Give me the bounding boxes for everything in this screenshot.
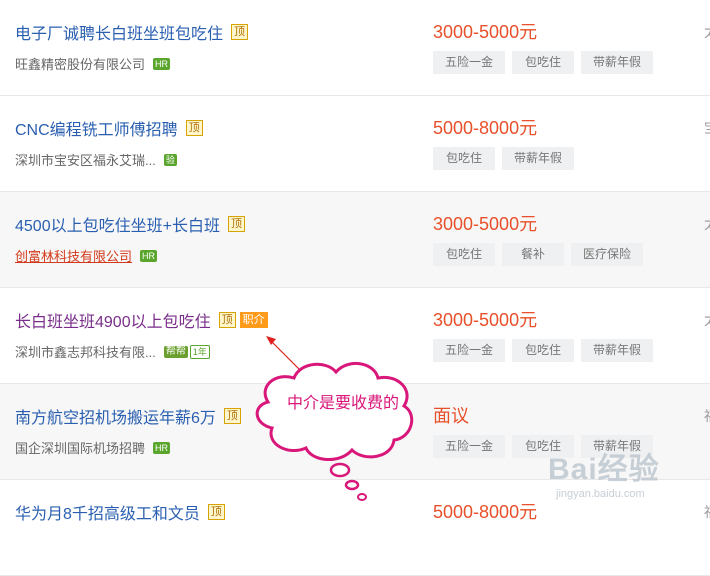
benefit-tag: 带薪年假 [581, 51, 654, 74]
job-row[interactable]: 4500以上包吃住坐班+长白班 顶 创富林科技有限公司 HR 3000-5000… [0, 192, 710, 288]
benefit-tags: 包吃住 带薪年假 [433, 147, 581, 170]
location-text-clipped: 福 [704, 502, 710, 522]
hr-badge: HR [153, 57, 171, 70]
benefit-tag: 餐补 [502, 243, 564, 266]
salary-range: 5000-8000元 [433, 118, 538, 138]
top-badge: 顶 [185, 120, 203, 136]
top-badge: 顶 [231, 24, 249, 40]
salary-range: 3000-5000元 [433, 214, 538, 234]
company-link[interactable]: 深圳市鑫志邦科技有限... [15, 342, 156, 361]
benefit-tag: 医疗保险 [571, 243, 644, 266]
salary-range: 3000-5000元 [433, 22, 538, 42]
job-row[interactable]: 南方航空招机场搬运年薪6万 顶 国企深圳国际机场招聘 HR 面议 五险一金 包吃… [0, 384, 710, 480]
job-row[interactable]: 华为月8千招高级工和文员 顶 5000-8000元 福 [0, 480, 710, 576]
company-link[interactable]: 国企深圳国际机场招聘 [15, 438, 145, 457]
company-link[interactable]: 旺鑫精密股份有限公司 [15, 54, 145, 73]
benefit-tag: 带薪年假 [581, 435, 654, 458]
location-text-clipped: 福 [704, 406, 710, 426]
company-link[interactable]: 深圳市宝安区福永艾瑞... [15, 150, 156, 169]
company-line: 国企深圳国际机场招聘 HR [15, 438, 171, 457]
salary-range: 面议 [433, 406, 469, 426]
company-line: 创富林科技有限公司 HR [15, 246, 158, 265]
location-text-clipped: 太 [704, 22, 710, 42]
benefit-tag: 包吃住 [512, 339, 575, 362]
verified-badge: 验 [163, 153, 177, 166]
job-title-link[interactable]: 电子厂诚聘长白班坐班包吃住 [15, 20, 223, 44]
job-row[interactable]: CNC编程铣工师傅招聘 顶 深圳市宝安区福永艾瑞... 验 5000-8000元… [0, 96, 710, 192]
company-line: 旺鑫精密股份有限公司 HR [15, 54, 171, 73]
job-title-link[interactable]: 4500以上包吃住坐班+长白班 [15, 212, 220, 236]
hr-badge: HR [140, 249, 158, 262]
location-text-clipped: 太 [704, 310, 710, 330]
benefit-tags: 五险一金 包吃住 带薪年假 [433, 435, 660, 458]
years-badge: 1年 [189, 344, 210, 359]
benefit-tag: 包吃住 [433, 243, 495, 266]
job-row[interactable]: 电子厂诚聘长白班坐班包吃住 顶 旺鑫精密股份有限公司 HR 3000-5000元… [0, 0, 710, 96]
location-text-clipped: 宝 [704, 118, 710, 138]
company-line: 深圳市宝安区福永艾瑞... 验 [15, 150, 177, 169]
benefit-tag: 五险一金 [433, 51, 506, 74]
job-title-line: 南方航空招机场搬运年薪6万 顶 [15, 404, 241, 428]
top-badge: 顶 [223, 408, 241, 424]
job-title-link[interactable]: CNC编程铣工师傅招聘 [15, 116, 178, 140]
job-title-link[interactable]: 长白班坐班4900以上包吃住 [15, 308, 211, 332]
job-list: 电子厂诚聘长白班坐班包吃住 顶 旺鑫精密股份有限公司 HR 3000-5000元… [0, 0, 710, 576]
benefit-tags: 五险一金 包吃住 带薪年假 [433, 339, 660, 362]
job-title-line: 4500以上包吃住坐班+长白班 顶 [15, 212, 245, 236]
salary-range: 3000-5000元 [433, 310, 538, 330]
agency-badge: 职介 [239, 312, 268, 328]
job-title-link[interactable]: 华为月8千招高级工和文员 [15, 500, 200, 524]
top-badge: 顶 [207, 504, 225, 520]
job-row[interactable]: 长白班坐班4900以上包吃住 顶 职介 深圳市鑫志邦科技有限... 帮帮 1年 … [0, 288, 710, 384]
benefit-tag: 五险一金 [433, 435, 506, 458]
benefit-tag: 带薪年假 [581, 339, 654, 362]
benefit-tag: 包吃住 [512, 435, 575, 458]
job-title-link[interactable]: 南方航空招机场搬运年薪6万 [15, 404, 216, 428]
benefit-tag: 带薪年假 [502, 147, 575, 170]
bangbang-badge: 帮帮 [163, 345, 188, 358]
hr-badge: HR [153, 441, 171, 454]
salary-range: 5000-8000元 [433, 502, 538, 522]
job-title-line: 长白班坐班4900以上包吃住 顶 职介 [15, 308, 268, 332]
benefit-tag: 包吃住 [512, 51, 575, 74]
company-link[interactable]: 创富林科技有限公司 [15, 246, 132, 265]
benefit-tags: 五险一金 包吃住 带薪年假 [433, 51, 660, 74]
job-title-line: CNC编程铣工师傅招聘 顶 [15, 116, 203, 140]
company-line: 深圳市鑫志邦科技有限... 帮帮 1年 [15, 342, 210, 361]
location-text-clipped: 太 [704, 214, 710, 234]
top-badge: 顶 [227, 216, 245, 232]
job-title-line: 华为月8千招高级工和文员 顶 [15, 500, 225, 524]
job-title-line: 电子厂诚聘长白班坐班包吃住 顶 [15, 20, 249, 44]
benefit-tags: 包吃住 餐补 医疗保险 [433, 243, 650, 266]
benefit-tag: 五险一金 [433, 339, 506, 362]
top-badge: 顶 [218, 312, 236, 328]
benefit-tag: 包吃住 [433, 147, 495, 170]
